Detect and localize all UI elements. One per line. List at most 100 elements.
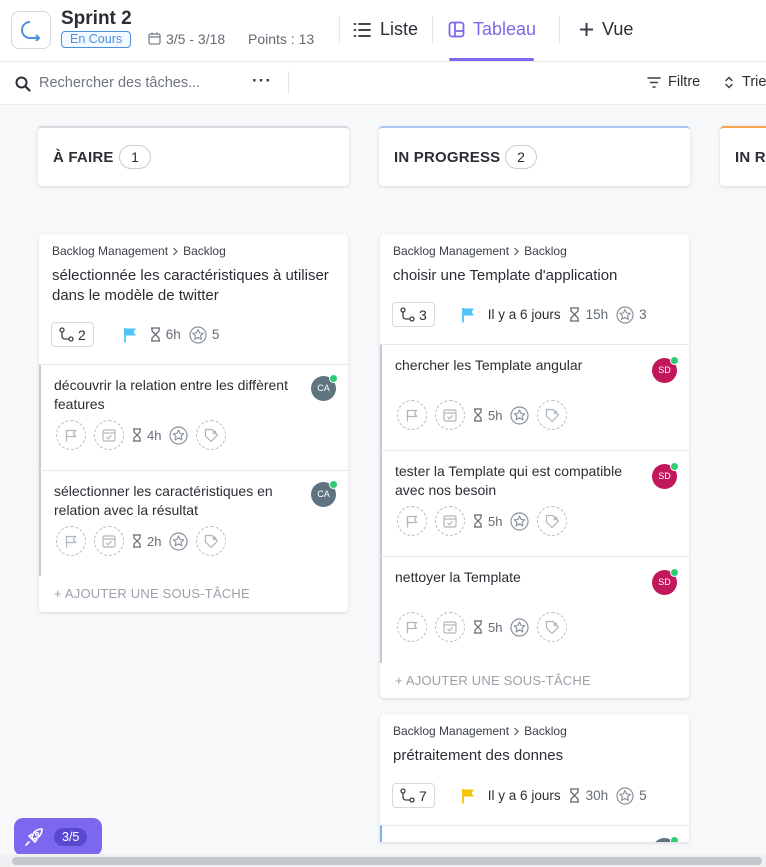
task-card[interactable]: Backlog Management Backlog sélectionnée … xyxy=(39,234,348,612)
breadcrumb-folder[interactable]: Backlog xyxy=(524,244,567,258)
due-date-icon[interactable] xyxy=(435,612,465,642)
subtask-title[interactable]: sélectionner les caractéristiques en rel… xyxy=(54,482,312,520)
subtask-count: 7 xyxy=(419,787,427,804)
tab-add-view[interactable]: Vue xyxy=(579,19,633,40)
onboarding-rocket-button[interactable]: 3/5 xyxy=(14,818,102,856)
tag-icon[interactable] xyxy=(537,506,568,536)
task-title[interactable]: sélectionnée les caractéristiques à util… xyxy=(52,266,337,306)
scrollbar-thumb[interactable] xyxy=(12,857,762,865)
avatar[interactable]: CA xyxy=(311,374,338,401)
points-value: 5 xyxy=(211,327,220,342)
priority-flag-icon[interactable] xyxy=(461,788,476,804)
breadcrumb-folder[interactable]: Backlog xyxy=(524,724,567,738)
divider xyxy=(432,16,433,44)
hourglass-icon xyxy=(474,620,482,634)
subtask-actions: 5h xyxy=(397,506,568,536)
subtask-count-button[interactable]: 2 xyxy=(51,322,94,347)
sort-button[interactable]: Trie xyxy=(742,74,766,90)
sprint-points-icon[interactable] xyxy=(189,325,207,344)
status-badge[interactable]: En Cours xyxy=(61,31,132,48)
tab-tableau[interactable]: Tableau xyxy=(448,19,536,40)
subtask-title[interactable]: nettoyer la Template xyxy=(395,568,645,587)
subtask-row[interactable] xyxy=(380,825,689,842)
tag-icon[interactable] xyxy=(196,420,227,450)
due-date-icon[interactable] xyxy=(435,400,465,430)
subtask-actions: 2h xyxy=(56,526,227,556)
add-subtask-button[interactable]: + AJOUTER UNE SOUS-TÂCHE xyxy=(54,586,250,601)
breadcrumb-list[interactable]: Backlog Management xyxy=(393,244,509,258)
due-date[interactable]: Il y a 6 jours xyxy=(488,307,561,322)
sprint-points-icon[interactable] xyxy=(616,305,634,324)
sort-icon xyxy=(725,76,733,89)
more-options-button[interactable]: ··· xyxy=(252,71,272,91)
task-title[interactable]: choisir une Template d'application xyxy=(393,266,678,286)
subtask-actions: 4h xyxy=(56,420,227,450)
active-tab-indicator xyxy=(449,58,534,61)
divider xyxy=(288,71,289,94)
breadcrumb: Backlog Management Backlog xyxy=(393,724,567,738)
hourglass-icon xyxy=(474,514,482,528)
sprint-points-icon[interactable] xyxy=(510,511,530,531)
subtask-row[interactable]: chercher les Template angular SD 5h xyxy=(380,344,689,451)
subtask-row[interactable]: sélectionner les caractéristiques en rel… xyxy=(39,470,348,576)
hourglass-icon xyxy=(474,408,482,422)
avatar[interactable]: SD xyxy=(652,568,679,595)
sprint-points-icon[interactable] xyxy=(169,425,189,445)
task-title[interactable]: prétraitement des donnes xyxy=(393,746,678,766)
filter-button[interactable]: Filtre xyxy=(668,74,700,90)
horizontal-scrollbar[interactable] xyxy=(0,854,766,867)
hourglass-icon xyxy=(569,307,579,322)
task-card[interactable]: Backlog Management Backlog choisir une T… xyxy=(380,234,689,698)
online-status-dot xyxy=(329,480,338,489)
priority-flag-icon[interactable] xyxy=(397,506,427,536)
subtask-title[interactable]: chercher les Template angular xyxy=(395,356,645,375)
priority-flag-icon[interactable] xyxy=(56,526,86,556)
tag-icon[interactable] xyxy=(196,526,227,556)
column-header-in-review[interactable]: IN R xyxy=(720,126,766,186)
avatar[interactable]: SD xyxy=(652,462,679,489)
priority-flag-icon[interactable] xyxy=(461,307,476,323)
priority-flag-icon[interactable] xyxy=(123,327,138,343)
tag-icon[interactable] xyxy=(537,612,568,642)
due-date[interactable]: Il y a 6 jours xyxy=(488,788,561,803)
subtask-row[interactable]: nettoyer la Template SD 5h xyxy=(380,556,689,663)
search-icon xyxy=(15,76,31,92)
add-subtask-button[interactable]: + AJOUTER UNE SOUS-TÂCHE xyxy=(395,673,591,688)
online-status-dot xyxy=(329,374,338,383)
avatar[interactable]: CA xyxy=(311,480,338,507)
subtask-title[interactable]: découvrir la relation entre les diffèren… xyxy=(54,376,312,414)
task-card[interactable]: Backlog Management Backlog prétraitement… xyxy=(380,714,689,842)
sprint-points-icon[interactable] xyxy=(616,786,634,805)
chevron-right-icon xyxy=(514,247,519,255)
sprint-points-icon[interactable] xyxy=(510,405,530,425)
subtask-row[interactable]: tester la Template qui est compatible av… xyxy=(380,450,689,557)
chevron-right-icon xyxy=(514,727,519,735)
tab-liste[interactable]: Liste xyxy=(353,19,418,40)
time-estimate: 5h xyxy=(488,513,503,529)
due-date-icon[interactable] xyxy=(94,420,124,450)
tag-icon[interactable] xyxy=(537,400,568,430)
due-date-icon[interactable] xyxy=(94,526,124,556)
subtasks-icon xyxy=(400,307,415,322)
avatar[interactable] xyxy=(652,836,679,842)
column-header-todo[interactable]: À FAIRE 1 xyxy=(38,126,349,186)
subtask-row[interactable]: découvrir la relation entre les diffèren… xyxy=(39,364,348,471)
priority-flag-icon[interactable] xyxy=(56,420,86,450)
due-date-icon[interactable] xyxy=(435,506,465,536)
breadcrumb-folder[interactable]: Backlog xyxy=(183,244,226,258)
sprint-icon[interactable] xyxy=(11,11,51,49)
breadcrumb-list[interactable]: Backlog Management xyxy=(52,244,168,258)
search-input[interactable]: Rechercher des tâches... xyxy=(39,75,200,91)
column-header-in-progress[interactable]: IN PROGRESS 2 xyxy=(379,126,690,186)
time-estimate: 6h xyxy=(165,327,181,342)
task-meta: 2 6h 5 xyxy=(51,322,219,347)
priority-flag-icon[interactable] xyxy=(397,400,427,430)
sprint-points-icon[interactable] xyxy=(169,531,189,551)
subtask-count-button[interactable]: 3 xyxy=(392,302,435,327)
avatar[interactable]: SD xyxy=(652,356,679,383)
breadcrumb-list[interactable]: Backlog Management xyxy=(393,724,509,738)
priority-flag-icon[interactable] xyxy=(397,612,427,642)
subtask-count-button[interactable]: 7 xyxy=(392,783,435,808)
subtask-title[interactable]: tester la Template qui est compatible av… xyxy=(395,462,645,500)
sprint-points-icon[interactable] xyxy=(510,617,530,637)
